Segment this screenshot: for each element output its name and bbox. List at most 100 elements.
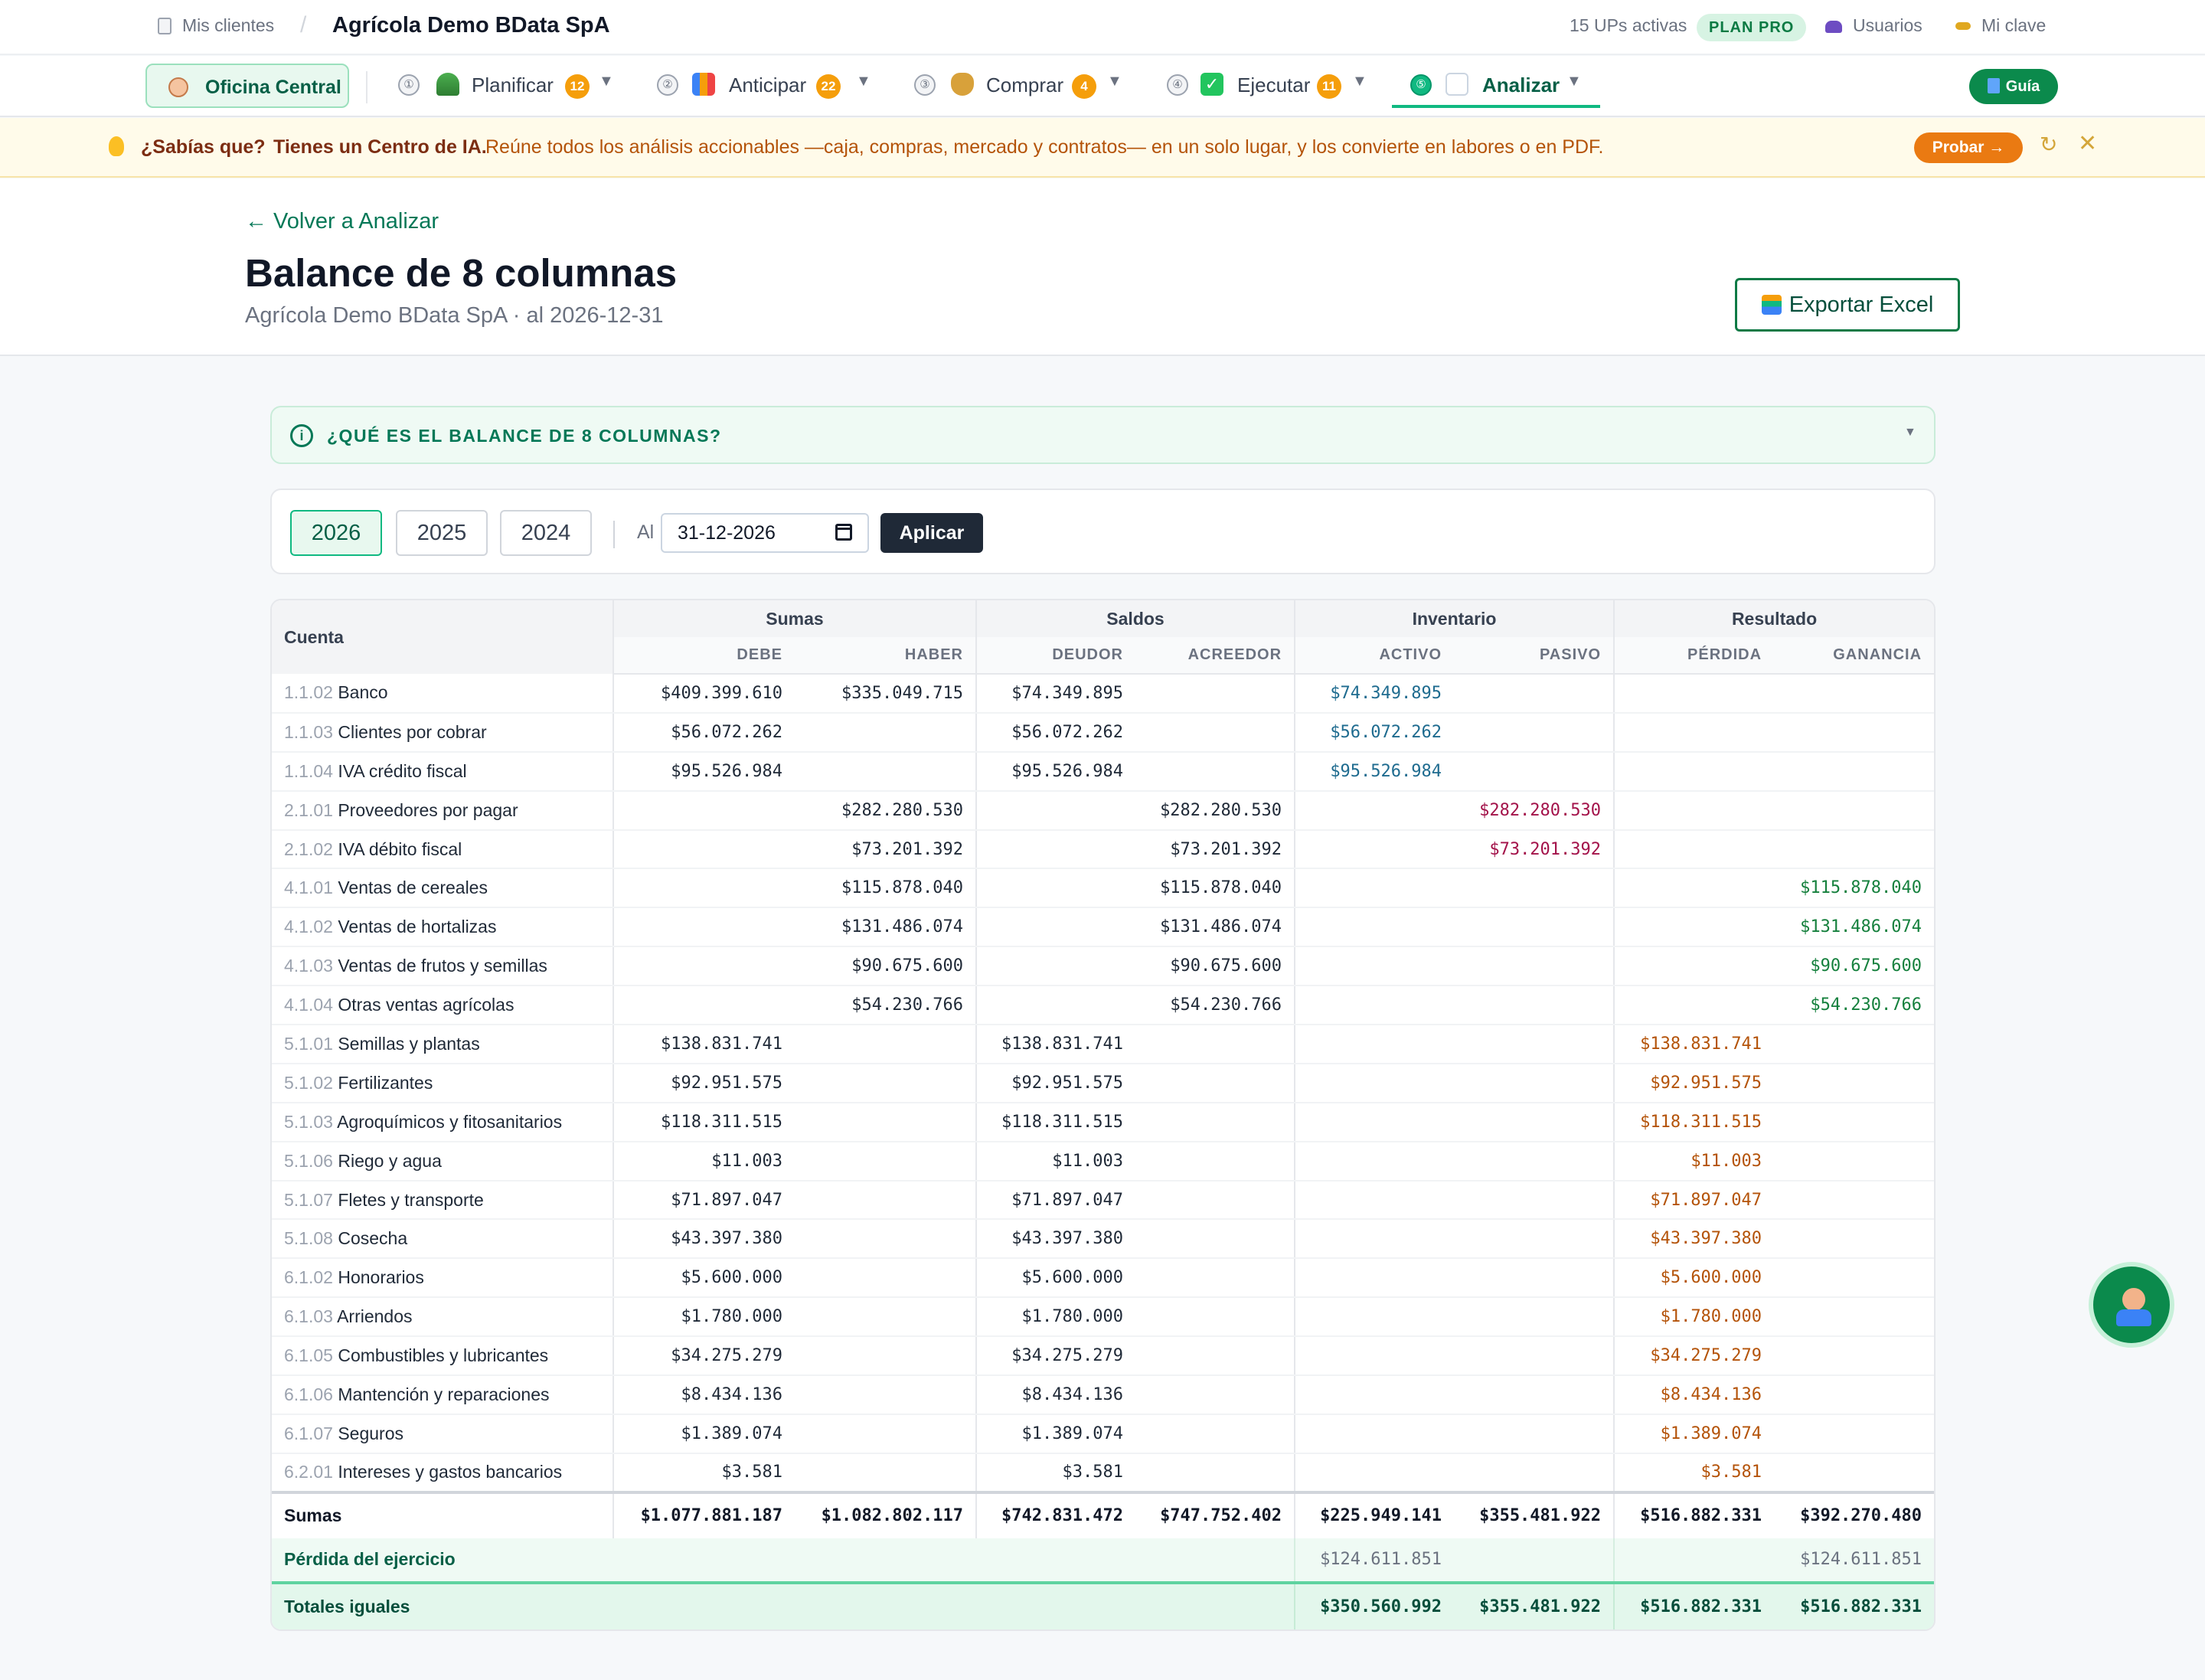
totales-pasivo: $355.481.922 xyxy=(1454,1580,1615,1629)
year-button-2026[interactable]: 2026 xyxy=(290,510,382,556)
cell-activo xyxy=(1295,1219,1455,1260)
step-number: ② xyxy=(657,74,678,96)
perdida-ejercicio-activo: $124.611.851 xyxy=(1295,1538,1455,1583)
back-link[interactable]: ← Volver a Analizar xyxy=(245,209,439,234)
cell-ganancia xyxy=(1774,1102,1934,1142)
lightbulb-icon xyxy=(109,136,124,156)
cell-acreedor xyxy=(1135,1336,1296,1377)
tab-badge: 12 xyxy=(565,74,590,99)
calendar-icon[interactable] xyxy=(835,524,852,541)
info-accordion[interactable]: i ¿QUÉ ES EL BALANCE DE 8 COLUMNAS? ▼ xyxy=(270,406,1936,464)
seedling-icon xyxy=(436,73,459,96)
cell-debe: $92.951.575 xyxy=(613,1063,795,1103)
cell-perdida: $71.897.047 xyxy=(1614,1180,1775,1221)
chevron-down-icon[interactable]: ▼ xyxy=(1107,73,1122,90)
filter-divider xyxy=(613,521,615,548)
export-label: Exportar Excel xyxy=(1788,293,1934,317)
account-name: Fertilizantes xyxy=(338,1072,433,1093)
export-excel-button[interactable]: Exportar Excel xyxy=(1735,278,1960,332)
account-cell: 4.1.02 Ventas de hortalizas xyxy=(272,907,614,948)
cell-haber: $90.675.600 xyxy=(795,946,977,987)
account-code: 4.1.02 xyxy=(284,917,333,937)
cell-activo xyxy=(1295,1258,1455,1299)
account-name: Agroquímicos y fitosanitarios xyxy=(337,1111,563,1132)
cell-pasivo xyxy=(1454,1102,1615,1142)
group-header-resultado: Resultado xyxy=(1614,600,1934,637)
apply-button[interactable]: Aplicar xyxy=(880,513,983,553)
cell-ganancia xyxy=(1774,1258,1934,1299)
cell-deudor: $1.389.074 xyxy=(976,1414,1135,1454)
cell-pasivo xyxy=(1454,1453,1615,1493)
cell-perdida xyxy=(1614,751,1775,792)
password-label: Mi clave xyxy=(1981,15,2047,35)
account-cell: 1.1.04 IVA crédito fiscal xyxy=(272,751,614,792)
account-code: 1.1.03 xyxy=(284,721,333,742)
cell-debe: $43.397.380 xyxy=(613,1219,795,1260)
cell-haber xyxy=(795,1453,977,1493)
guide-button[interactable]: Guía xyxy=(1969,69,2058,104)
close-icon[interactable]: ✕ xyxy=(2078,130,2097,157)
year-button-2025[interactable]: 2025 xyxy=(396,510,488,556)
cell-ganancia xyxy=(1774,1375,1934,1415)
users-icon xyxy=(1825,21,1842,33)
cell-debe xyxy=(613,946,795,987)
users-link[interactable]: Usuarios xyxy=(1825,15,1922,36)
cell-activo xyxy=(1295,1297,1455,1338)
account-name: Honorarios xyxy=(338,1267,424,1288)
try-button[interactable]: Probar → xyxy=(1914,132,2023,163)
chevron-down-icon[interactable]: ▼ xyxy=(1904,426,1916,440)
perdida-ejercicio-row: Pérdida del ejercicio $124.611.851 $124.… xyxy=(272,1538,1934,1583)
cell-ganancia xyxy=(1774,829,1934,870)
check-icon: ✓ xyxy=(1200,73,1223,96)
info-icon: i xyxy=(290,424,313,447)
account-code: 5.1.01 xyxy=(284,1033,333,1054)
cell-debe: $71.897.047 xyxy=(613,1180,795,1221)
cell-perdida: $5.600.000 xyxy=(1614,1258,1775,1299)
cell-deudor xyxy=(976,829,1135,870)
cell-haber: $115.878.040 xyxy=(795,868,977,909)
clients-link[interactable]: Mis clientes xyxy=(158,15,274,36)
account-cell: 2.1.02 IVA débito fiscal xyxy=(272,829,614,870)
account-code: 4.1.04 xyxy=(284,995,333,1015)
cell-pasivo: $282.280.530 xyxy=(1454,790,1615,831)
year-button-2024[interactable]: 2024 xyxy=(500,510,592,556)
cell-debe xyxy=(613,829,795,870)
table-row: 5.1.02 Fertilizantes $92.951.575 $92.951.5… xyxy=(272,1063,1934,1103)
column-header-pasivo: PASIVO xyxy=(1454,637,1615,675)
cell-haber xyxy=(795,712,977,753)
cell-pasivo xyxy=(1454,712,1615,753)
refresh-icon[interactable]: ↻ xyxy=(2040,132,2057,157)
chevron-down-icon[interactable]: ▼ xyxy=(1566,73,1582,90)
assistant-button[interactable] xyxy=(2089,1262,2174,1348)
password-link[interactable]: Mi clave xyxy=(1955,15,2046,36)
cell-haber xyxy=(795,1414,977,1454)
users-label: Usuarios xyxy=(1853,15,1922,35)
tab-badge: 11 xyxy=(1317,74,1341,99)
cell-debe: $56.072.262 xyxy=(613,712,795,753)
cell-debe: $118.311.515 xyxy=(613,1102,795,1142)
cell-haber: $54.230.766 xyxy=(795,985,977,1026)
cell-acreedor xyxy=(1135,1102,1296,1142)
account-cell: 5.1.06 Riego y agua xyxy=(272,1141,614,1182)
account-cell: 5.1.03 Agroquímicos y fitosanitarios xyxy=(272,1102,614,1142)
account-code: 6.1.02 xyxy=(284,1267,333,1288)
account-name: Combustibles y lubricantes xyxy=(338,1345,549,1366)
cell-perdida: $118.311.515 xyxy=(1614,1102,1775,1142)
cell-perdida xyxy=(1614,674,1775,714)
cell-acreedor xyxy=(1135,751,1296,792)
farmer-icon xyxy=(2122,1288,2145,1311)
table-row: 5.1.03 Agroquímicos y fitosanitarios $118… xyxy=(272,1102,1934,1142)
chevron-down-icon[interactable]: ▼ xyxy=(599,73,614,90)
cell-activo xyxy=(1295,985,1455,1026)
step-number: ⑤ xyxy=(1410,74,1432,96)
chevron-down-icon[interactable]: ▼ xyxy=(856,73,871,90)
account-code: 4.1.03 xyxy=(284,956,333,976)
column-header-acreedor: ACREEDOR xyxy=(1135,637,1296,675)
sumas-label: Sumas xyxy=(272,1490,614,1538)
oficina-central-button[interactable]: Oficina Central xyxy=(145,64,349,108)
chevron-down-icon[interactable]: ▼ xyxy=(1352,73,1367,90)
cell-haber xyxy=(795,1219,977,1260)
account-name: Semillas y plantas xyxy=(338,1033,480,1054)
account-cell: 6.1.02 Honorarios xyxy=(272,1258,614,1299)
tab-label: Comprar xyxy=(986,74,1064,96)
